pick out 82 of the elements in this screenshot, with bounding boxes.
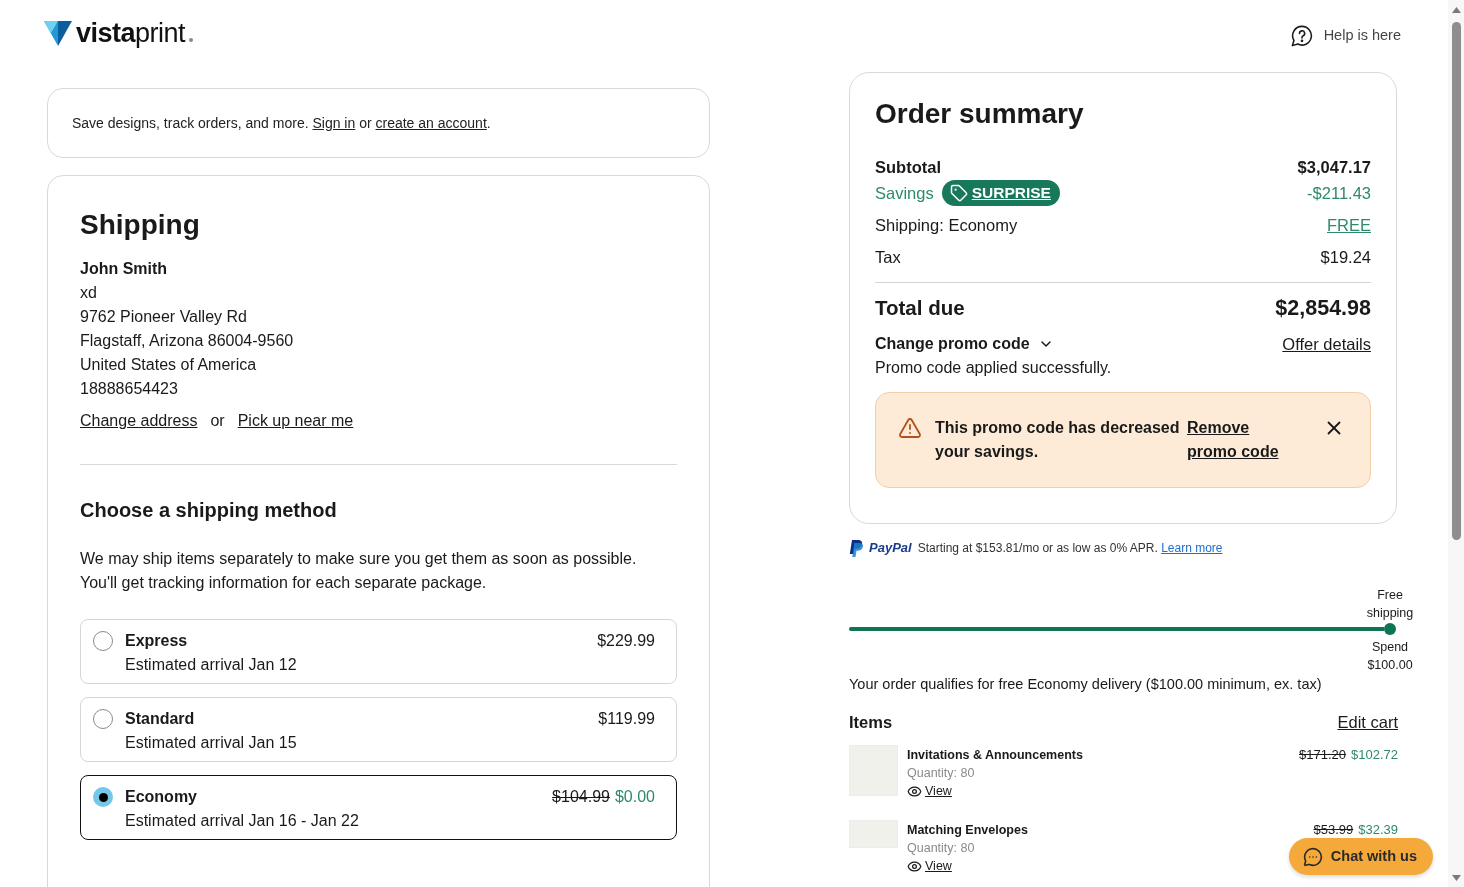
promo-code-tag[interactable]: SURPRISE (941, 180, 1060, 206)
address-line: United States of America (80, 355, 258, 375)
separator-text: or (210, 411, 225, 431)
shipping-option[interactable]: Express Estimated arrival Jan 12 $229.99 (80, 619, 677, 684)
logo-mark-icon (44, 20, 72, 46)
option-price: $119.99 (598, 709, 655, 729)
product-quantity: Quantity: 80 (907, 765, 976, 782)
warning-icon (898, 416, 922, 440)
savings-value: -$211.43 (1307, 182, 1371, 204)
chat-icon (1302, 846, 1323, 867)
promo-code-toggle[interactable]: Change promo code (875, 332, 1054, 356)
option-price: $229.99 (597, 631, 655, 651)
product-name: Invitations & Announcements (907, 747, 1084, 764)
edit-cart-link[interactable]: Edit cart (1337, 709, 1398, 735)
shipping-method-title: Choose a shipping method (80, 498, 338, 523)
radio-button[interactable] (93, 709, 113, 729)
create-account-link[interactable]: create an account (375, 114, 487, 131)
scrollbar[interactable] (1448, 0, 1464, 887)
promo-status-text: Promo code applied successfully. (875, 358, 1113, 378)
scroll-down-icon[interactable] (1451, 875, 1461, 881)
sign-in-prompt: Save designs, track orders, and more. Sign in or create an account. (72, 113, 491, 133)
recipient-name: John Smith (80, 259, 169, 279)
paypal-financing-text: Starting at $153.81/mo or as low as 0% APR. Learn more (917, 540, 1223, 557)
address-line: 9762 Pioneer Valley Rd (80, 307, 248, 327)
total-label: Total due (875, 294, 965, 321)
original-price: $171.20 (1299, 746, 1346, 764)
scrollbar-thumb[interactable] (1451, 22, 1461, 540)
option-name: Economy (125, 787, 198, 807)
original-price: $104.99 (552, 787, 610, 807)
free-shipping-goal-label: Free shipping (1365, 587, 1415, 622)
option-arrival: Estimated arrival Jan 12 (125, 655, 298, 675)
address-line: 18888654423 (80, 379, 179, 399)
goal-marker-icon (1384, 623, 1396, 635)
tax-value: $19.24 (1320, 246, 1371, 268)
original-price: $53.99 (1313, 821, 1354, 839)
eye-icon (907, 858, 922, 874)
option-name: Express (125, 631, 189, 651)
savings-label: Savings (875, 182, 934, 204)
address-line: Flagstaff, Arizona 86004-9560 (80, 331, 295, 351)
items-title: Items (849, 711, 893, 733)
view-link[interactable]: View (907, 857, 952, 875)
free-shipping-link[interactable]: FREE (1327, 212, 1371, 238)
pickup-link[interactable]: Pick up near me (237, 409, 354, 433)
chat-button[interactable]: Chat with us (1288, 838, 1433, 875)
change-address-link[interactable]: Change address (80, 409, 198, 433)
total-value: $2,854.98 (1275, 294, 1371, 322)
discounted-price: $0.00 (614, 787, 655, 807)
subtotal-label: Subtotal (875, 156, 941, 178)
logo-text: vistaprint (76, 18, 186, 48)
product-quantity: Quantity: 80 (907, 840, 976, 857)
help-icon (1290, 25, 1313, 47)
learn-more-link[interactable]: Learn more (1161, 541, 1223, 555)
product-name: Matching Envelopes (907, 822, 1029, 839)
shipping-title: Shipping (80, 208, 201, 242)
scroll-up-icon[interactable] (1451, 7, 1461, 13)
shipping-option[interactable]: Standard Estimated arrival Jan 15 $119.99 (80, 697, 677, 762)
discounted-price: $32.39 (1358, 821, 1398, 839)
shipping-cost-label: Shipping: Economy (875, 214, 1018, 236)
shipping-option[interactable]: Economy Estimated arrival Jan 16 - Jan 22 $104.99 $0.00 (80, 775, 677, 840)
alert-message: This promo code has decreased your savings. (935, 418, 1181, 462)
eye-icon (907, 783, 922, 799)
discounted-price: $102.72 (1351, 746, 1398, 764)
option-arrival: Estimated arrival Jan 15 (125, 733, 298, 753)
option-arrival: Estimated arrival Jan 16 - Jan 22 (125, 811, 360, 831)
subtotal-value: $3,047.17 (1297, 156, 1371, 178)
tax-label: Tax (875, 246, 901, 268)
sign-in-link[interactable]: Sign in (312, 114, 356, 131)
order-summary-title: Order summary (875, 97, 1085, 131)
spend-threshold-label: Spend $100.00 (1366, 639, 1414, 674)
radio-button[interactable] (93, 631, 113, 651)
help-link[interactable]: Help is here (1290, 25, 1401, 47)
address-line: xd (80, 283, 98, 303)
option-name: Standard (125, 709, 196, 729)
remove-promo-link[interactable]: Remove promo code (1187, 416, 1287, 464)
tag-icon (949, 184, 968, 202)
free-shipping-message: Your order qualifies for free Economy delivery ($100.00 minimum, ex. tax) (849, 675, 1323, 694)
offer-details-link[interactable]: Offer details (1282, 331, 1371, 357)
paypal-brand: PayPal (869, 539, 912, 558)
paypal-logo-icon (849, 539, 863, 557)
shipping-method-description: We may ship items separately to make sure you get them as soon as possible. You'll get tracking information for each separate package. (80, 549, 638, 593)
view-link[interactable]: View (907, 782, 952, 800)
radio-button[interactable] (93, 787, 113, 807)
